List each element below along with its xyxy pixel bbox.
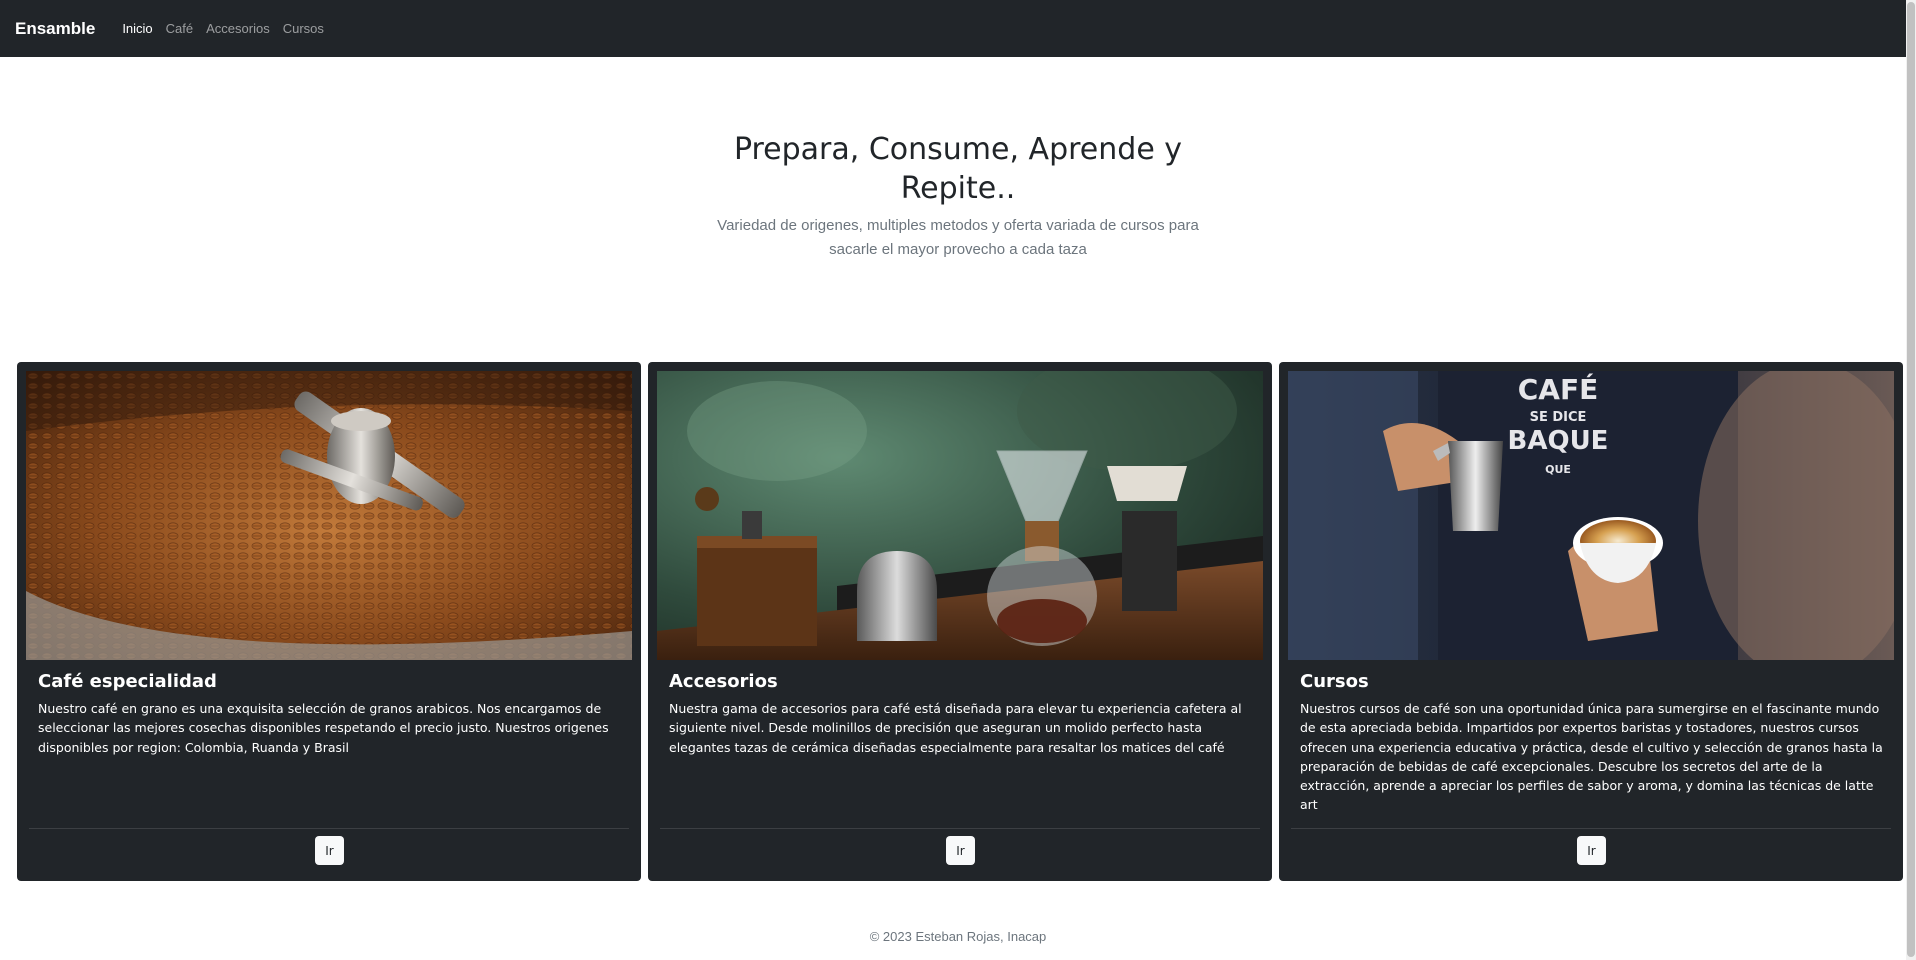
svg-text:BAQUE: BAQUE — [1508, 426, 1609, 456]
card-footer-divider — [660, 828, 1260, 829]
coffee-roaster-beans-photo — [26, 371, 632, 660]
navbar: Ensamble Inicio Café Accesorios Cursos — [0, 0, 1906, 57]
page-scrollbar[interactable] — [1906, 0, 1916, 960]
hero-title: Prepara, Consume, Aprende y Repite.. — [733, 132, 1183, 206]
nav-link-inicio[interactable]: Inicio — [122, 21, 152, 36]
card-accesorios: Accesorios Nuestra gama de accesorios pa… — [648, 362, 1272, 881]
nav-link-cafe[interactable]: Café — [166, 21, 193, 36]
card-text: Nuestro café en grano es una exquisita s… — [38, 701, 609, 755]
scrollbar-thumb[interactable] — [1907, 2, 1915, 957]
ir-button-cursos[interactable]: Ir — [1577, 836, 1606, 865]
card-footer-divider — [29, 828, 629, 829]
card-title: Café especialidad — [38, 671, 217, 692]
barista-latte-art-photo: CAFÉ SE DICE BAQUE QUE — [1288, 371, 1894, 660]
brand-logo[interactable]: Ensamble — [15, 19, 95, 39]
card-image-coffee-beans — [26, 371, 632, 660]
card-footer-divider — [1291, 828, 1891, 829]
card-title: Accesorios — [669, 671, 778, 692]
svg-text:SE DICE: SE DICE — [1530, 410, 1587, 425]
svg-text:CAFÉ: CAFÉ — [1518, 372, 1598, 406]
svg-text:QUE: QUE — [1545, 463, 1571, 476]
card-text: Nuestros cursos de café son una oportuni… — [1300, 701, 1883, 813]
hero-subtitle: Variedad de origenes, multiples metodos … — [717, 217, 1199, 258]
card-cursos: CAFÉ SE DICE BAQUE QUE Cursos Nuestros c… — [1279, 362, 1903, 881]
ir-button-cafe[interactable]: Ir — [315, 836, 344, 865]
card-title: Cursos — [1300, 671, 1369, 692]
ir-button-accesorios[interactable]: Ir — [946, 836, 975, 865]
card-image-accessories — [657, 371, 1263, 660]
nav-link-accesorios[interactable]: Accesorios — [206, 21, 270, 36]
card-image-barista: CAFÉ SE DICE BAQUE QUE — [1288, 371, 1894, 660]
coffee-accessories-photo — [657, 371, 1263, 660]
hero-section: Prepara, Consume, Aprende y Repite.. Var… — [0, 130, 1916, 262]
card-cafe-especialidad: Café especialidad Nuestro café en grano … — [17, 362, 641, 881]
card-text: Nuestra gama de accesorios para café est… — [669, 701, 1242, 755]
nav-link-cursos[interactable]: Cursos — [283, 21, 324, 36]
footer-copyright: © 2023 Esteban Rojas, Inacap — [869, 929, 1047, 944]
